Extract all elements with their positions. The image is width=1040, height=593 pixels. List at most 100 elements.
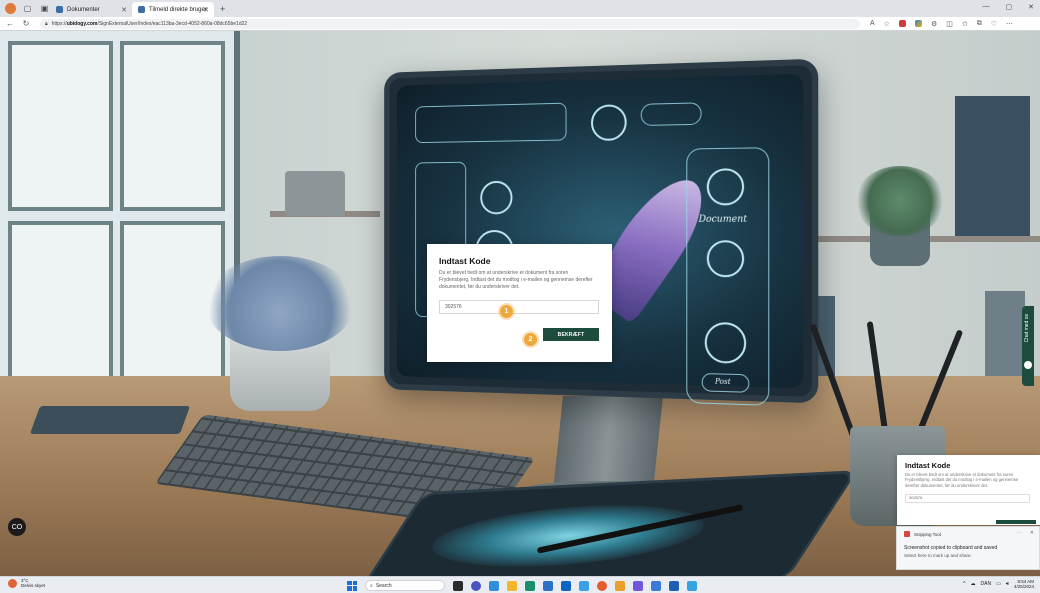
teams-icon[interactable] bbox=[633, 581, 643, 591]
split-screen-icon[interactable]: ◫ bbox=[946, 20, 953, 28]
clock-date: 4/25/2024 bbox=[1014, 584, 1034, 589]
browser-essentials-icon[interactable]: ♡ bbox=[991, 20, 997, 28]
app-yellow-icon[interactable] bbox=[615, 581, 625, 591]
thumb-description: Du er blevet bedt om at underskrive et d… bbox=[905, 472, 1032, 488]
code-input[interactable] bbox=[439, 300, 599, 314]
close-window-icon[interactable]: ✕ bbox=[1028, 3, 1034, 11]
lock-icon: 🔒︎ bbox=[45, 21, 48, 27]
cc-button[interactable]: CO bbox=[8, 518, 26, 536]
background-pot bbox=[285, 171, 345, 216]
tab-favicon-icon bbox=[56, 6, 63, 13]
snipping-tool-icon bbox=[904, 531, 910, 537]
monitor-check-ring bbox=[705, 322, 746, 364]
monitor-ui-pill bbox=[641, 102, 702, 126]
tab-close-icon[interactable]: ✕ bbox=[121, 6, 127, 14]
search-label: Search bbox=[376, 583, 392, 589]
tab-label: Tilmeld direkte bruger bbox=[149, 7, 207, 13]
enter-code-dialog: Indtast Kode Du er blevet bedt om at und… bbox=[427, 244, 612, 362]
monitor-stand bbox=[553, 396, 663, 491]
more-menu-icon[interactable]: ⋯ bbox=[1006, 20, 1013, 28]
chat-bubble-icon[interactable] bbox=[1024, 361, 1032, 369]
new-tab-button[interactable]: + bbox=[220, 4, 225, 14]
outlook-icon[interactable] bbox=[669, 581, 679, 591]
app-blue-icon[interactable] bbox=[651, 581, 661, 591]
onedrive-icon[interactable]: ☁ bbox=[971, 581, 976, 587]
extension-red-icon[interactable] bbox=[899, 20, 906, 27]
favorite-star-icon[interactable]: ☆ bbox=[884, 20, 890, 28]
weather-icon bbox=[8, 579, 17, 588]
monitor-ui-circle bbox=[480, 181, 512, 215]
tab-tilmeld[interactable]: Tilmeld direkte bruger ✕ bbox=[132, 2, 214, 17]
refresh-icon[interactable]: ↻ bbox=[20, 19, 32, 28]
dialog-description: Du er blevet bedt om at underskrive et d… bbox=[439, 270, 599, 290]
chat-tab-label: Chat med os bbox=[1024, 314, 1030, 342]
window-pane bbox=[8, 221, 113, 381]
clock[interactable]: 8:54 AM 4/25/2024 bbox=[1014, 579, 1034, 589]
desk-plant bbox=[205, 256, 355, 351]
monitor-ui-ring bbox=[707, 168, 744, 205]
favorites-icon[interactable]: ✩ bbox=[962, 20, 968, 28]
tab-favicon-icon bbox=[138, 6, 145, 13]
linkedin-icon[interactable] bbox=[561, 581, 571, 591]
weather-widget[interactable]: 3°C Delvis skyet bbox=[8, 579, 45, 589]
read-aloud-icon[interactable]: A bbox=[870, 20, 875, 27]
tab-close-icon[interactable]: ✕ bbox=[203, 6, 209, 14]
step-badge-2: 2 bbox=[524, 333, 537, 346]
back-icon[interactable]: ← bbox=[4, 19, 16, 28]
windows-start-icon[interactable] bbox=[347, 581, 357, 591]
browser-tab-bar: ▢ ▣ Dokumenter ✕ Tilmeld direkte bruger … bbox=[0, 0, 1040, 17]
background-plant bbox=[855, 166, 945, 236]
toast-header: Snipping Tool bbox=[904, 531, 1032, 537]
display-icon[interactable]: ▭ bbox=[996, 581, 1001, 587]
workspaces-icon[interactable]: ▢ bbox=[22, 3, 33, 14]
chat-side-tab[interactable]: Chat med os bbox=[1022, 306, 1034, 386]
volume-icon[interactable]: 🔊︎ bbox=[1006, 581, 1009, 587]
url-field[interactable]: 🔒︎ https://ubidogy.com/SignExternalUser/… bbox=[40, 19, 860, 29]
monitor-plus-circle bbox=[591, 104, 627, 141]
task-view-icon[interactable] bbox=[453, 581, 463, 591]
toast-close-icon[interactable]: ✕ bbox=[1030, 530, 1034, 536]
toast-app-name: Snipping Tool bbox=[914, 532, 941, 537]
minimize-icon[interactable]: — bbox=[983, 3, 990, 11]
desk-book bbox=[30, 406, 190, 434]
chat-app-icon[interactable] bbox=[471, 581, 481, 591]
tray-overflow-icon[interactable]: ^ bbox=[963, 581, 965, 587]
toast-more-icon[interactable]: ⋯ bbox=[1017, 530, 1022, 536]
app-orange-icon[interactable] bbox=[597, 581, 607, 591]
thumb-confirm-button bbox=[996, 520, 1036, 524]
monitor-label-document: Document bbox=[699, 215, 747, 225]
window-controls: — ▢ ✕ bbox=[983, 3, 1035, 11]
thumb-title: Indtast Kode bbox=[905, 461, 1032, 470]
tab-actions-icon[interactable]: ▣ bbox=[39, 3, 50, 14]
extension-color-icon[interactable] bbox=[915, 20, 922, 27]
monitor-label-post: Post bbox=[715, 377, 731, 386]
background-books bbox=[955, 96, 1030, 236]
store-icon[interactable] bbox=[543, 581, 553, 591]
toast-message: Screenshot copied to clipboard and saved bbox=[904, 545, 1032, 551]
snip-preview-thumbnail[interactable]: Indtast Kode Du er blevet bedt om at und… bbox=[897, 455, 1040, 525]
address-bar: ← ↻ 🔒︎ https://ubidogy.com/SignExternalU… bbox=[0, 17, 1040, 31]
maximize-icon[interactable]: ▢ bbox=[1006, 3, 1013, 11]
edge-browser-icon[interactable] bbox=[489, 581, 499, 591]
language-indicator[interactable]: DAN bbox=[981, 581, 992, 587]
tab-label: Dokumenter bbox=[67, 7, 100, 13]
tab-dokumenter[interactable]: Dokumenter ✕ bbox=[50, 2, 132, 17]
monitor-heart-ring bbox=[707, 240, 744, 277]
step-badge-1: 1 bbox=[500, 305, 513, 318]
taskbar-apps: ⌕ Search bbox=[347, 580, 697, 591]
taskbar-search[interactable]: ⌕ Search bbox=[365, 580, 445, 591]
window-pane bbox=[8, 41, 113, 211]
thumb-code-input: 302576 bbox=[905, 494, 1030, 503]
confirm-button[interactable]: BEKRÆFT bbox=[543, 328, 599, 341]
snipping-tool-notification[interactable]: Snipping Tool ⋯ ✕ Screenshot copied to c… bbox=[896, 526, 1040, 570]
file-explorer-icon[interactable] bbox=[507, 581, 517, 591]
search-icon: ⌕ bbox=[370, 583, 373, 589]
app-green-icon[interactable] bbox=[525, 581, 535, 591]
todo-icon[interactable] bbox=[579, 581, 589, 591]
monitor-ui-panel bbox=[415, 103, 566, 144]
background-window bbox=[0, 31, 240, 411]
app-cyan-icon[interactable] bbox=[687, 581, 697, 591]
extension-gear-icon[interactable]: ⚙ bbox=[931, 20, 937, 28]
profile-avatar[interactable] bbox=[5, 3, 16, 14]
collections-icon[interactable]: ⧉ bbox=[977, 20, 982, 28]
